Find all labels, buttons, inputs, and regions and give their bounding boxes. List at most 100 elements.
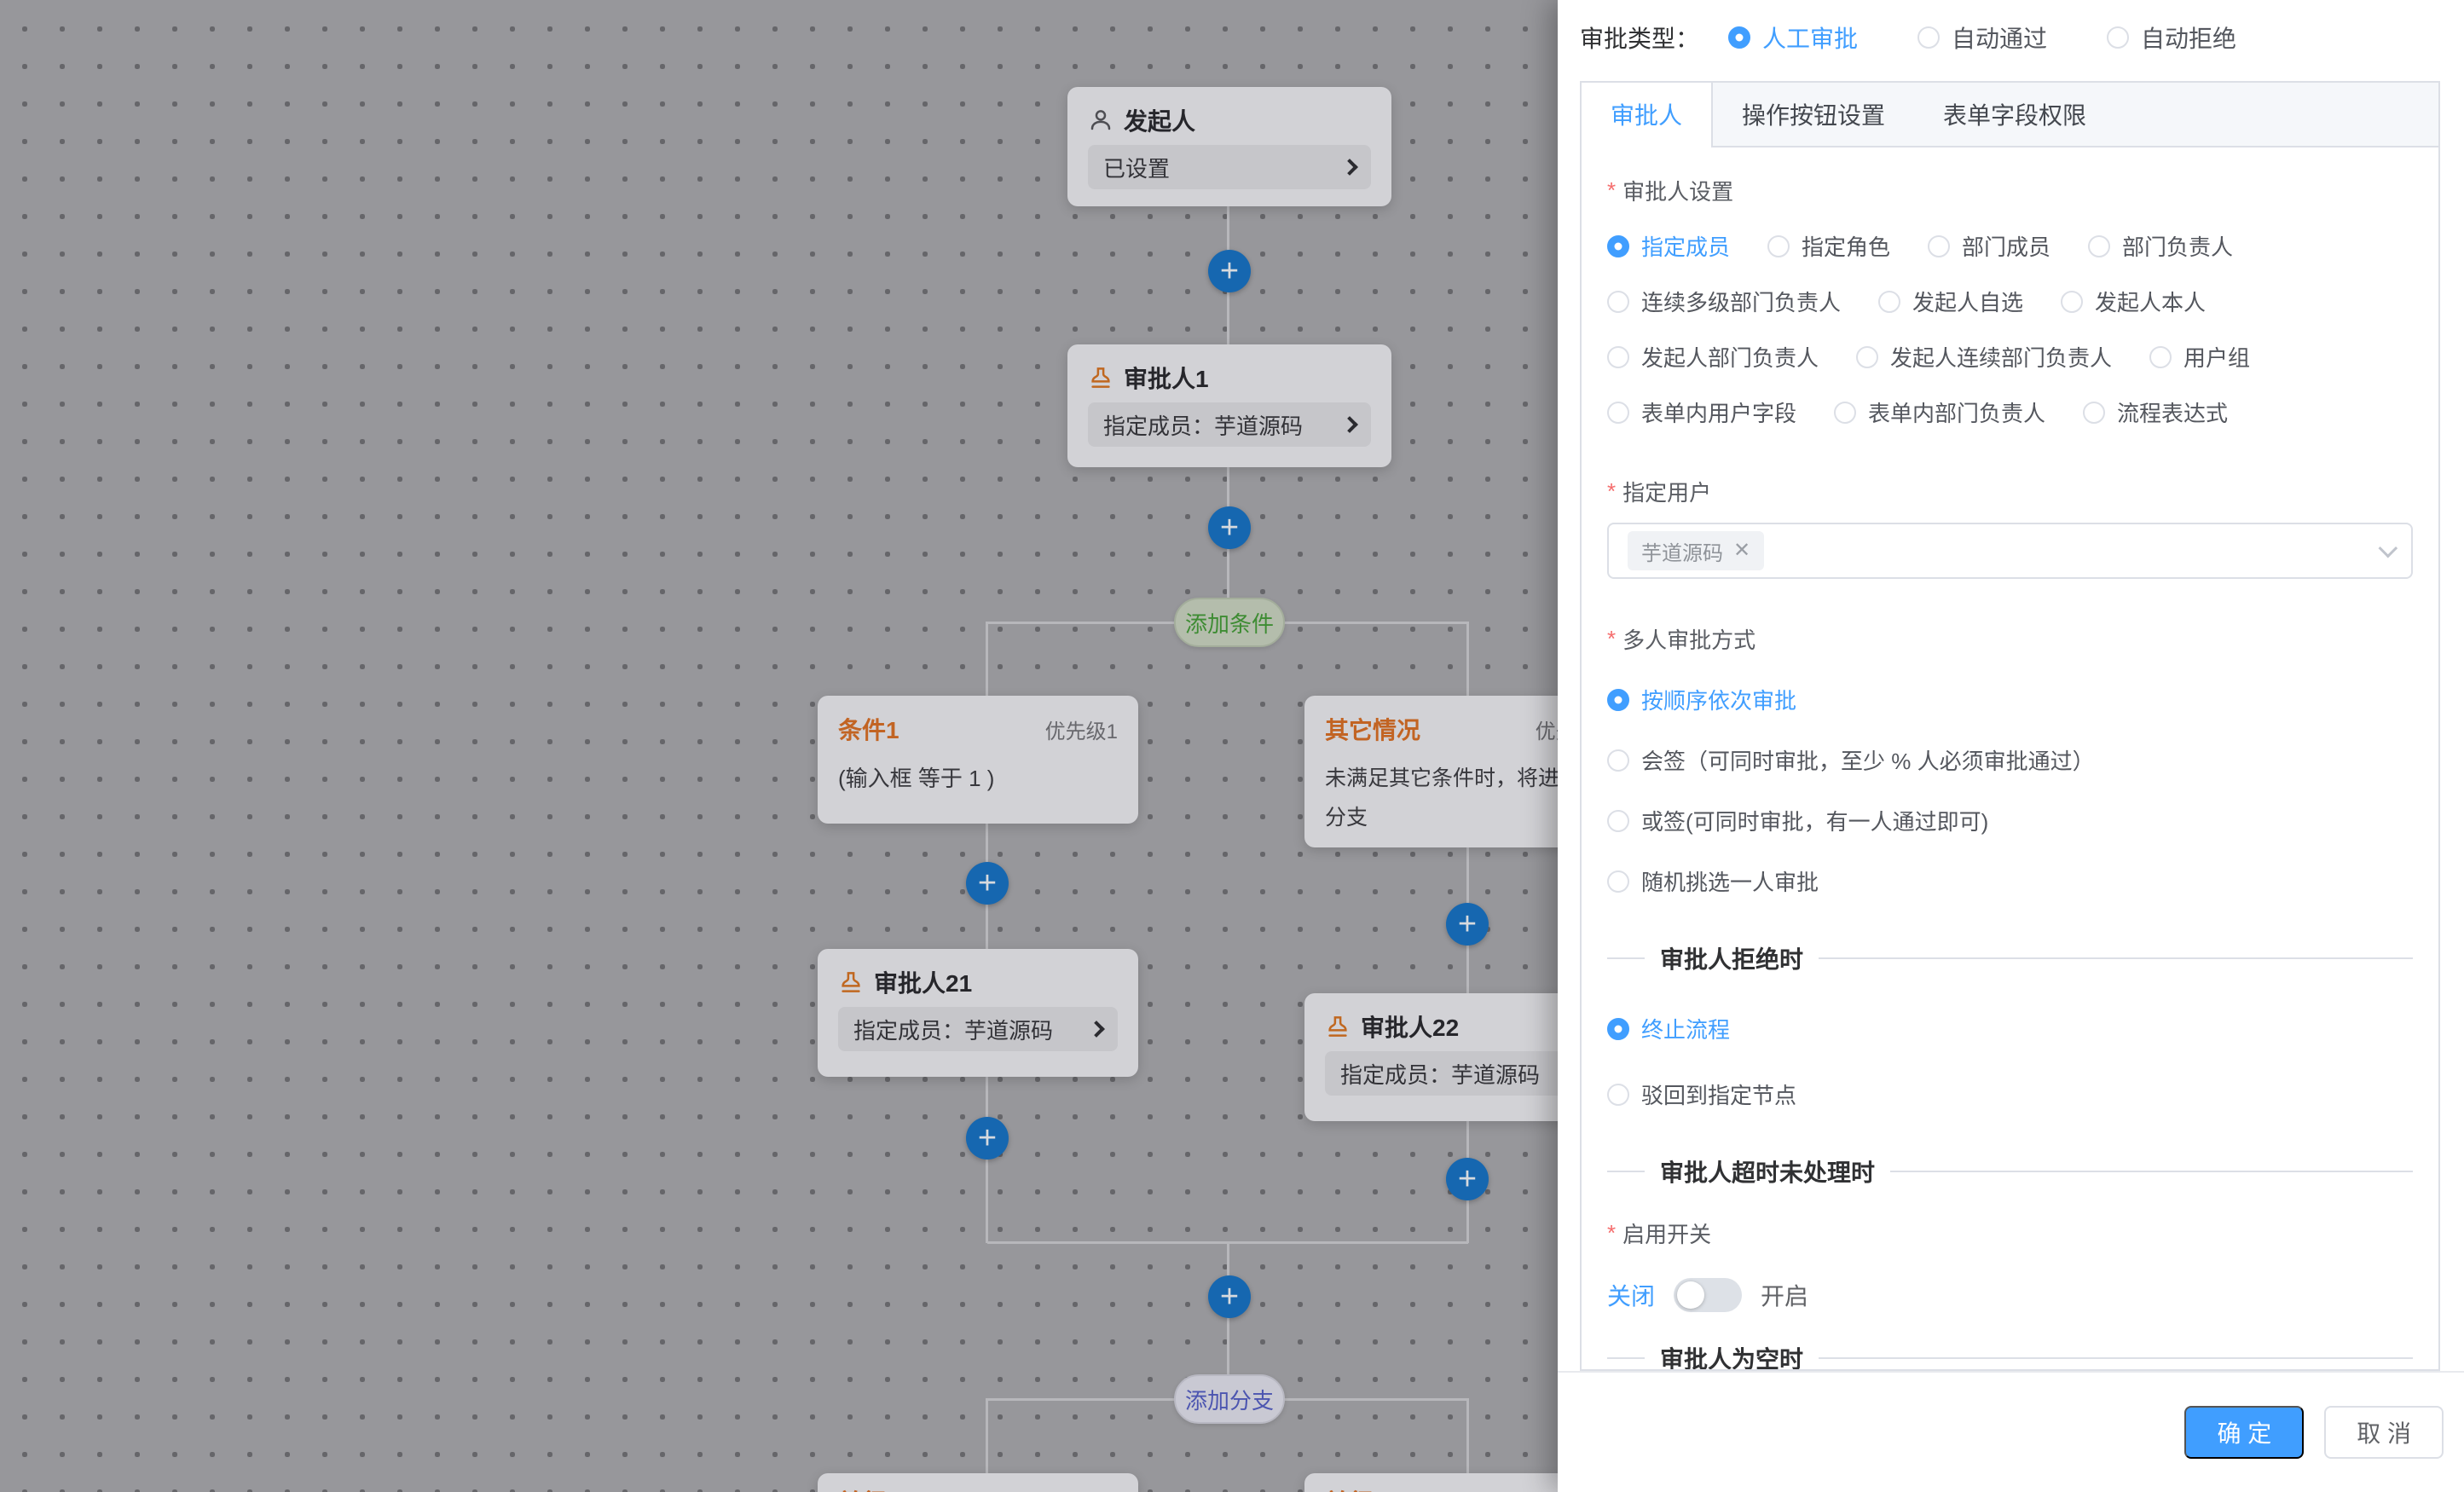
timeout-enable-switch[interactable] [1674,1278,1742,1312]
selected-user-tag: 芋道源码 ✕ [1628,531,1764,570]
radio-icon [1834,402,1856,424]
radio-approve-type-auto-reject[interactable]: 自动拒绝 [2107,20,2236,55]
radio-dept-leader[interactable]: 部门负责人 [2088,230,2233,262]
radio-terminate-process[interactable]: 终止流程 [1607,1013,2413,1044]
node-initiator[interactable]: 发起人 已设置 [1067,87,1391,206]
add-node-button[interactable]: + [1446,1158,1489,1200]
switch-thumb [1677,1281,1704,1309]
tabs-header: 审批人 操作按钮设置 表单字段权限 [1582,83,2438,147]
chevron-right-icon [1341,159,1358,176]
add-node-button[interactable]: + [966,1117,1009,1159]
connector-line [1466,1398,1469,1473]
add-node-button[interactable]: + [1208,1275,1251,1318]
radio-icon [1607,235,1629,257]
radio-initiator-self[interactable]: 发起人本人 [2061,286,2206,317]
add-branch-button[interactable]: 添加分支 [1174,1374,1285,1424]
radio-assign-role[interactable]: 指定角色 [1767,230,1890,262]
radio-icon [1607,870,1629,893]
chevron-right-icon [1088,1021,1105,1038]
node-parallel1[interactable]: 并行1 无优先级 [818,1473,1138,1492]
approver-setting-row: 发起人部门负责人 发起人连续部门负责人 用户组 [1607,341,2413,373]
node-config-text: 指定成员：芋道源码 [1340,1058,1540,1090]
radio-icon [1917,26,1940,49]
drawer-footer: 确 定 取 消 [1558,1371,2464,1492]
radio-return-to-node[interactable]: 驳回到指定节点 [1607,1079,2413,1110]
empty-section-title: 审批人为空时 [1660,1341,1803,1369]
node-approver21[interactable]: 审批人21 指定成员：芋道源码 [818,949,1138,1077]
radio-sequential-approve[interactable]: 按顺序依次审批 [1607,684,2413,715]
node-title: 审批人21 [874,965,972,999]
radio-icon [1728,26,1750,49]
divider-line [1607,1171,1645,1172]
node-condition-expression: (输入框 等于 1 ) [838,759,1118,798]
node-title: 审批人1 [1124,361,1209,395]
radio-icon [1607,689,1629,711]
node-config-row[interactable]: 指定成员：芋道源码 [1088,402,1371,447]
radio-multi-level-dept-leader[interactable]: 连续多级部门负责人 [1607,286,1841,317]
remove-user-icon[interactable]: ✕ [1733,541,1750,561]
radio-icon [2149,346,2172,368]
radio-countersign[interactable]: 会签（可同时审批，至少 % 人必须审批通过） [1607,744,2413,776]
radio-form-user-field[interactable]: 表单内用户字段 [1607,396,1796,428]
divider-line [1607,1357,1645,1359]
stamp-icon [1325,1014,1351,1039]
radio-initiator-dept-leader[interactable]: 发起人部门负责人 [1607,341,1819,373]
node-config-row[interactable]: 指定成员：芋道源码 [838,1007,1118,1051]
add-node-button[interactable]: + [966,862,1009,905]
divider-line [1819,957,2413,959]
add-node-button[interactable]: + [1208,506,1251,549]
tab-button-settings[interactable]: 操作按钮设置 [1713,83,1914,146]
assign-user-select[interactable]: 芋道源码 ✕ [1607,523,2413,579]
confirm-button[interactable]: 确 定 [2184,1406,2304,1459]
radio-approve-type-manual[interactable]: 人工审批 [1728,20,1858,55]
reject-section-title: 审批人拒绝时 [1660,941,1803,975]
stamp-icon [1088,365,1113,390]
radio-user-group[interactable]: 用户组 [2149,341,2250,373]
radio-form-dept-leader[interactable]: 表单内部门负责人 [1834,396,2045,428]
chevron-down-icon [2379,539,2398,558]
node-condition1[interactable]: 条件1 优先级1 (输入框 等于 1 ) [818,696,1138,824]
radio-approve-type-auto-pass[interactable]: 自动通过 [1917,20,2047,55]
cancel-button[interactable]: 取 消 [2324,1406,2444,1459]
radio-icon [1607,1084,1629,1106]
approver-setting-row: 表单内用户字段 表单内部门负责人 流程表达式 [1607,396,2413,428]
timeout-section-divider: 审批人超时未处理时 [1607,1154,2413,1188]
assign-user-label: 指定用户 [1607,476,2413,507]
node-config-text: 指定成员：芋道源码 [1103,409,1303,441]
node-title: 并行2 [1325,1484,1386,1492]
tab-approver[interactable]: 审批人 [1582,83,1713,146]
timeout-section-title: 审批人超时未处理时 [1660,1154,1875,1188]
radio-initiator-multi-dept-leader[interactable]: 发起人连续部门负责人 [1856,341,2112,373]
approve-type-row: 审批类型： 人工审批 自动通过 自动拒绝 [1558,0,2464,56]
node-title: 并行1 [838,1484,899,1492]
radio-assign-member[interactable]: 指定成员 [1607,230,1730,262]
add-node-button[interactable]: + [1208,250,1251,292]
radio-process-expression[interactable]: 流程表达式 [2083,396,2228,428]
radio-icon [2088,235,2110,257]
radio-icon [1607,346,1629,368]
radio-icon [1607,810,1629,832]
add-condition-button[interactable]: 添加条件 [1174,598,1285,647]
radio-or-sign[interactable]: 或签(可同时审批，有一人通过即可) [1607,805,2413,836]
add-node-button[interactable]: + [1446,903,1489,946]
radio-dept-member[interactable]: 部门成员 [1928,230,2050,262]
radio-icon [1928,235,1950,257]
tab-form-field-permissions[interactable]: 表单字段权限 [1914,83,2115,146]
node-priority: 无优先级 [1036,1487,1118,1492]
node-title: 条件1 [838,712,899,746]
radio-initiator-choose[interactable]: 发起人自选 [1878,286,2023,317]
node-title: 其它情况 [1325,712,1420,746]
node-title: 审批人22 [1361,1009,1459,1044]
reject-section-divider: 审批人拒绝时 [1607,941,2413,975]
approval-settings-drawer: 审批类型： 人工审批 自动通过 自动拒绝 审批人 操作按钮设置 表单字段权限 审… [1558,0,2464,1492]
node-config-row[interactable]: 已设置 [1088,145,1371,189]
radio-icon [1607,402,1629,424]
radio-icon [1607,749,1629,772]
radio-random-one[interactable]: 随机挑选一人审批 [1607,865,2413,897]
radio-icon [1856,346,1878,368]
radio-icon [2061,291,2083,313]
connector-line [986,622,988,696]
node-approver1[interactable]: 审批人1 指定成员：芋道源码 [1067,344,1391,467]
selected-user-name: 芋道源码 [1641,536,1723,566]
node-priority: 优先级1 [1045,714,1118,744]
